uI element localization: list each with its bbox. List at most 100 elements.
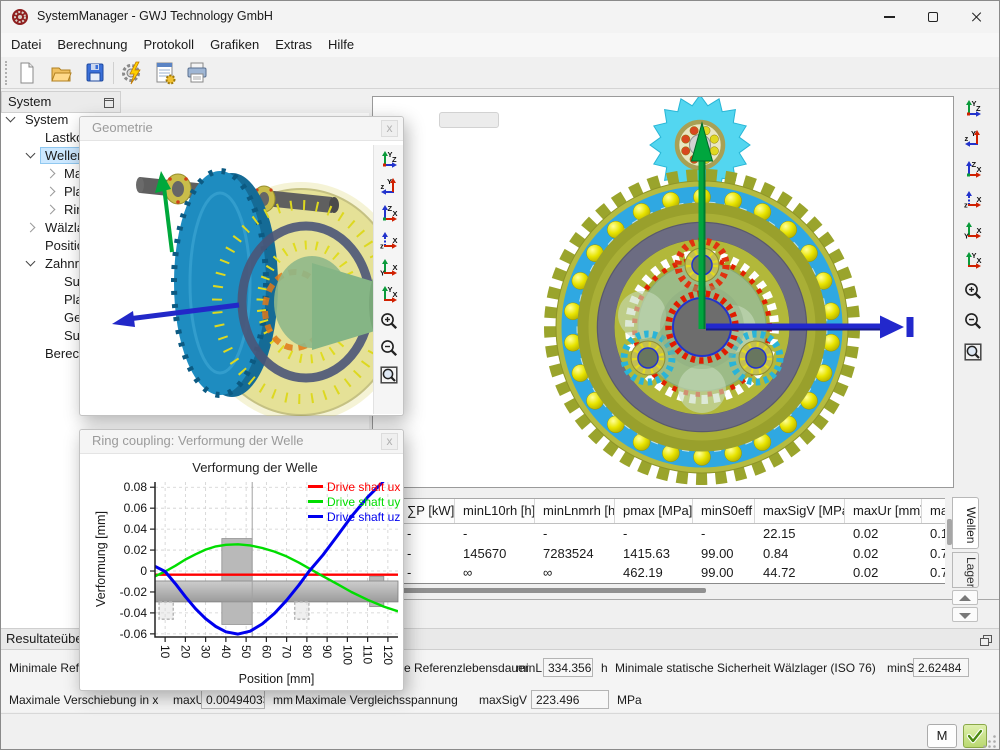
print-button[interactable]	[183, 60, 211, 88]
view-zy-button[interactable]: zY	[377, 175, 401, 199]
table-cell: 99.00	[693, 545, 755, 565]
chevron-down-icon[interactable]	[6, 113, 16, 123]
close-button[interactable]	[955, 1, 999, 33]
geometrie-tool-strip: YZzYZXzXYXYX	[373, 145, 403, 414]
float-panel-icon[interactable]	[979, 634, 993, 647]
view-zy-button[interactable]: zY	[959, 126, 987, 154]
result-maxu-field[interactable]: 0.00494033	[201, 690, 265, 709]
chevron-down-icon[interactable]	[26, 149, 36, 159]
table-cell: 99.00	[693, 564, 755, 584]
system-panel-header: System	[1, 91, 121, 113]
svg-text:60: 60	[259, 645, 273, 659]
legend-label: Drive shaft ux	[327, 480, 400, 494]
svg-text:-0.02: -0.02	[120, 585, 148, 599]
pin-panel-icon[interactable]	[103, 97, 115, 109]
m-mode-button[interactable]: M	[927, 724, 957, 748]
report-settings-button[interactable]	[151, 60, 179, 88]
table-header-col-4[interactable]: minS0eff	[693, 499, 755, 523]
chart-window-titlebar[interactable]: Ring coupling: Verformung der Welle x	[80, 430, 403, 454]
svg-text:X: X	[977, 256, 982, 265]
table-cell: 0.84	[755, 545, 845, 565]
result-minl-field[interactable]: 334.356	[543, 658, 593, 677]
view-xz-button[interactable]: zX	[377, 229, 401, 253]
table-cell: 22.15	[755, 525, 845, 545]
table-cell: -	[693, 525, 755, 545]
calculate-button[interactable]	[119, 60, 147, 88]
table-header-col-3[interactable]: pmax [MPa]	[615, 499, 693, 523]
view-zx-button[interactable]: ZX	[377, 202, 401, 226]
tab-lager[interactable]: Lager	[952, 552, 979, 588]
table-horizontal-scrollbar[interactable]	[402, 588, 706, 593]
tab-scroll-down-button[interactable]	[952, 607, 978, 622]
result-maxsigv-field[interactable]: 223.496	[531, 690, 609, 709]
menu-item-hilfe[interactable]: Hilfe	[320, 33, 362, 57]
view-xy-button[interactable]: YX	[959, 217, 987, 245]
chart-close-button[interactable]: x	[381, 433, 398, 450]
zoom-in-button[interactable]	[959, 278, 987, 306]
svg-text:10: 10	[158, 645, 172, 659]
menu-item-protokoll[interactable]: Protokoll	[135, 33, 202, 57]
svg-text:Y: Y	[387, 177, 392, 186]
view-xz-button[interactable]: zX	[959, 187, 987, 215]
detached-window-tab[interactable]	[439, 112, 499, 128]
result-minref-label: Minimale Ref	[9, 661, 79, 675]
svg-text:X: X	[393, 209, 398, 218]
title-bar: SystemManager - GWJ Technology GmbH	[1, 1, 999, 33]
minimize-button[interactable]	[867, 1, 911, 33]
zoom-out-button[interactable]	[377, 337, 401, 361]
chevron-right-icon[interactable]	[46, 205, 56, 215]
svg-text:X: X	[393, 236, 398, 245]
result-mins-field[interactable]: 2.62484	[913, 658, 969, 677]
zoom-in-button[interactable]	[377, 310, 401, 334]
menu-item-grafiken[interactable]: Grafiken	[202, 33, 267, 57]
svg-text:X: X	[977, 165, 982, 174]
maximize-button[interactable]	[911, 1, 955, 33]
chevron-right-icon[interactable]	[26, 223, 36, 233]
view-yz-button[interactable]: YZ	[959, 95, 987, 123]
table-header-col-5[interactable]: maxSigV [MPa]	[755, 499, 845, 523]
table-row-2[interactable]: -∞∞462.1999.0044.720.020.72	[399, 564, 945, 584]
view-xy-icon: YX	[963, 220, 983, 240]
chevron-right-icon[interactable]	[46, 187, 56, 197]
tree-item-label: System	[21, 112, 72, 127]
menu-item-berechnung[interactable]: Berechnung	[49, 33, 135, 57]
chevron-down-icon[interactable]	[26, 257, 36, 267]
table-row-1[interactable]: -14567072835241415.6399.000.840.020.73	[399, 545, 945, 565]
zoom-fit-button[interactable]	[377, 364, 401, 388]
toolbar-grip[interactable]	[5, 61, 7, 85]
tab-wellen[interactable]: Wellen	[952, 497, 979, 549]
menu-item-datei[interactable]: Datei	[3, 33, 49, 57]
new-document-button[interactable]	[13, 60, 41, 88]
save-file-button[interactable]	[81, 60, 109, 88]
view-yx-button[interactable]: YX	[959, 248, 987, 276]
menu-item-extras[interactable]: Extras	[267, 33, 320, 57]
table-row-0[interactable]: -----22.150.020.12	[399, 525, 945, 545]
table-header-col-2[interactable]: minLnmrh [h]	[535, 499, 615, 523]
table-cell: -	[455, 525, 535, 545]
geometrie-close-button[interactable]: x	[381, 120, 398, 137]
chart-window[interactable]: Ring coupling: Verformung der Welle x Ve…	[79, 429, 404, 691]
svg-text:z: z	[964, 201, 968, 210]
zoom-fit-button[interactable]	[959, 339, 987, 367]
zoom-out-button[interactable]	[959, 309, 987, 337]
main-3d-canvas[interactable]	[372, 96, 954, 488]
chevron-right-icon[interactable]	[46, 169, 56, 179]
view-yz-button[interactable]: YZ	[377, 148, 401, 172]
result-reflife-label: e Referenzlebensdauer	[404, 661, 529, 675]
geometrie-3d-view[interactable]	[80, 145, 374, 416]
geometrie-window-titlebar[interactable]: Geometrie x	[80, 117, 403, 141]
table-header-col-1[interactable]: minL10rh [h]	[455, 499, 535, 523]
tab-scroll-up-button[interactable]	[952, 590, 978, 605]
view-xy-button[interactable]: YX	[377, 256, 401, 280]
table-header-col-6[interactable]: maxUr [mm]	[845, 499, 922, 523]
result-maxstress-label: Maximale Vergleichsspannung	[295, 693, 458, 707]
table-header-col-7[interactable]: ma	[922, 499, 945, 523]
resize-grip[interactable]	[982, 734, 997, 749]
view-zx-button[interactable]: ZX	[959, 156, 987, 184]
table-header-col-0[interactable]: ∑P [kW]	[399, 499, 455, 523]
view-yz-icon: YZ	[963, 98, 983, 118]
panel-splitter[interactable]	[372, 599, 1000, 600]
view-yx-button[interactable]: YX	[377, 283, 401, 307]
geometrie-window[interactable]: Geometrie x	[79, 116, 404, 416]
open-file-button[interactable]	[47, 60, 75, 88]
